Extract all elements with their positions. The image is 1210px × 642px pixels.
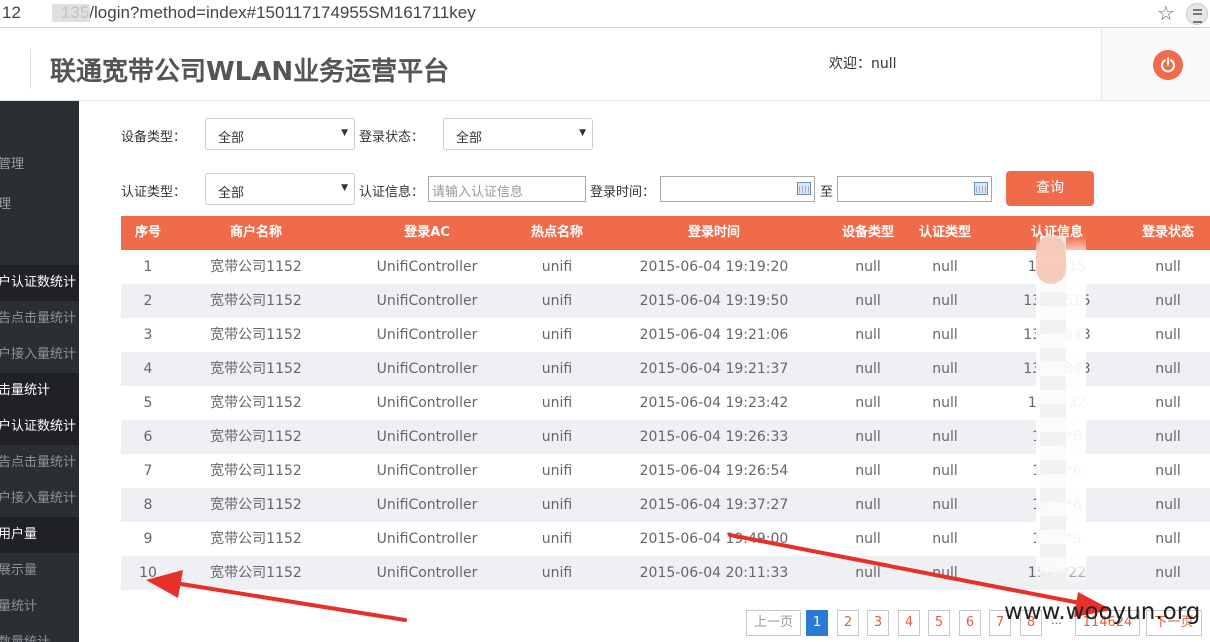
annotation-arrows bbox=[146, 533, 1112, 622]
watermark: www.wooyun.org bbox=[1004, 599, 1201, 625]
annotation-arrow-left bbox=[146, 570, 407, 622]
